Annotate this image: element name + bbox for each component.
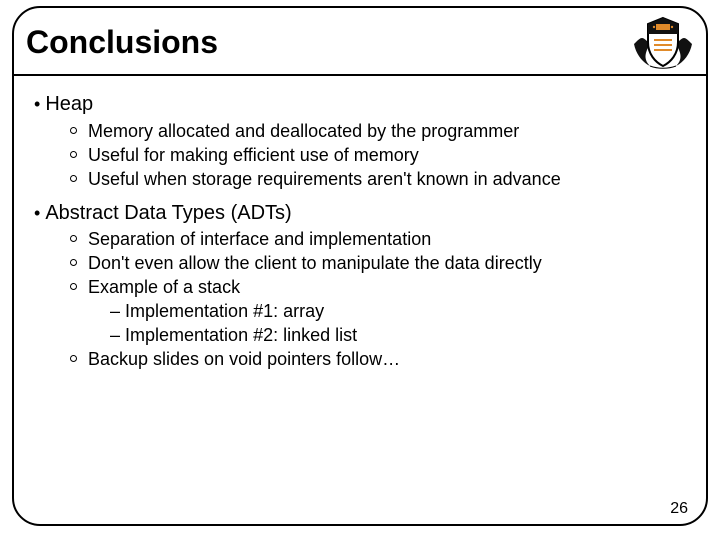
bullet-list: Separation of interface and implementati…: [34, 228, 690, 371]
list-item-text: Backup slides on void pointers follow…: [88, 349, 400, 369]
sub-list-item-text: Implementation #1: array: [125, 301, 324, 321]
shield-icon: [628, 14, 698, 70]
list-item-text: Useful for making efficient use of memor…: [88, 145, 419, 165]
slide-title: Conclusions: [22, 24, 218, 61]
list-item-text: Useful when storage requirements aren't …: [88, 169, 561, 189]
list-item: Don't even allow the client to manipulat…: [70, 252, 690, 275]
list-item: Separation of interface and implementati…: [70, 228, 690, 251]
slide: Conclusions Heap Memory allocated and de…: [0, 0, 720, 540]
sub-list-item: Implementation #1: array: [110, 300, 690, 323]
list-item: Useful when storage requirements aren't …: [70, 168, 690, 191]
sub-list: Implementation #1: array Implementation …: [88, 300, 690, 347]
bullet-list: Memory allocated and deallocated by the …: [34, 120, 690, 191]
list-item-text: Example of a stack: [88, 277, 240, 297]
list-item-text: Don't even allow the client to manipulat…: [88, 253, 542, 273]
section-heading-text: Heap: [45, 93, 93, 115]
section-heading: Heap: [34, 92, 690, 118]
sub-list-item-text: Implementation #2: linked list: [125, 325, 357, 345]
list-item-text: Memory allocated and deallocated by the …: [88, 121, 519, 141]
list-item: Memory allocated and deallocated by the …: [70, 120, 690, 143]
list-item: Backup slides on void pointers follow…: [70, 348, 690, 371]
crest-logo: [628, 14, 698, 70]
list-item-text: Separation of interface and implementati…: [88, 229, 431, 249]
title-divider: [14, 74, 706, 76]
content-area: Heap Memory allocated and deallocated by…: [34, 86, 690, 381]
sub-list-item: Implementation #2: linked list: [110, 324, 690, 347]
list-item: Example of a stack Implementation #1: ar…: [70, 276, 690, 347]
list-item: Useful for making efficient use of memor…: [70, 144, 690, 167]
section-heading-text: Abstract Data Types (ADTs): [45, 202, 291, 224]
title-row: Conclusions: [22, 10, 698, 74]
page-number: 26: [670, 500, 688, 518]
section-heading: Abstract Data Types (ADTs): [34, 201, 690, 227]
